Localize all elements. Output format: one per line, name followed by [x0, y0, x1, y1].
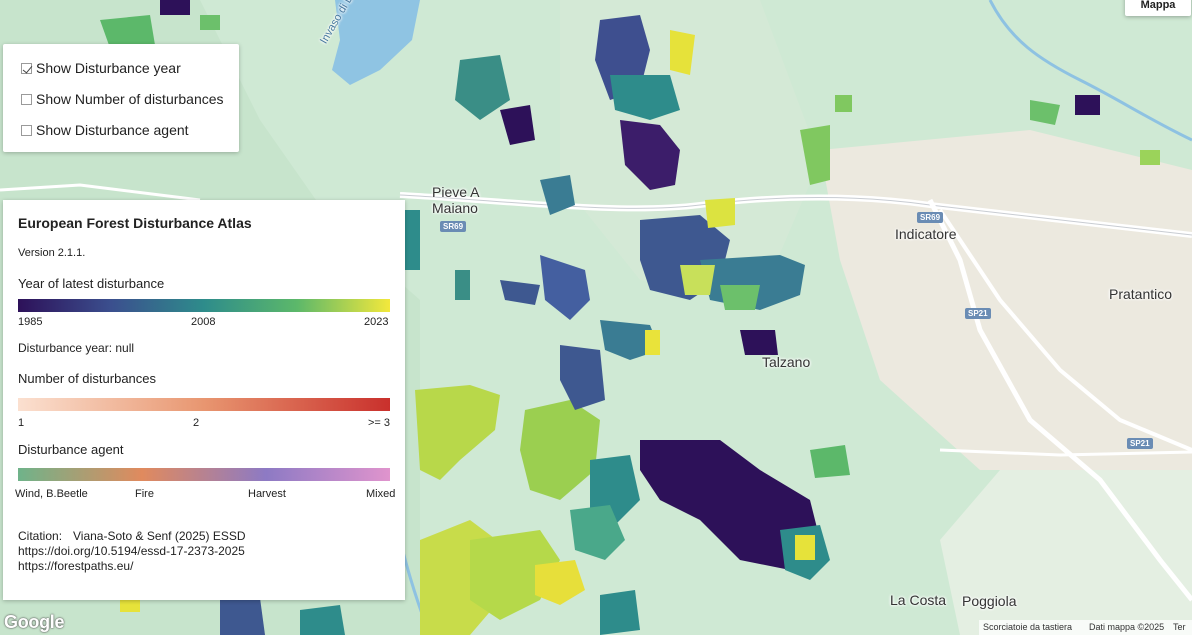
agent-color-ramp: [18, 468, 390, 481]
place-label: Pratantico: [1109, 286, 1173, 302]
year-tick: 2008: [191, 316, 216, 328]
map-data-attribution: Dati mappa ©2025: [1085, 620, 1169, 635]
checkbox-checked-icon[interactable]: [21, 62, 32, 74]
year-tick: 2023: [364, 316, 389, 328]
agent-heading: Disturbance agent: [18, 442, 124, 457]
year-color-ramp: [18, 299, 390, 312]
layer-toggle-disturbance-agent[interactable]: Show Disturbance agent: [21, 122, 189, 138]
agent-tick: Wind, B.Beetle: [15, 488, 88, 500]
agent-tick: Fire: [135, 488, 154, 500]
year-readout: Disturbance year: null: [18, 341, 135, 355]
layer-toggle-disturbance-year[interactable]: Show Disturbance year: [21, 60, 181, 76]
place-label: Pieve A: [432, 184, 480, 200]
count-heading: Number of disturbances: [18, 371, 157, 386]
map-type-button[interactable]: Mappa: [1125, 0, 1191, 16]
year-tick: 1985: [18, 316, 43, 328]
road-shield: SR69: [917, 212, 944, 223]
citation-site-link[interactable]: https://forestpaths.eu/: [18, 559, 133, 573]
legend-panel: European Forest Disturbance Atlas Versio…: [3, 200, 405, 600]
road-shield: SR69: [440, 221, 467, 232]
count-tick: >= 3: [368, 417, 391, 429]
place-label: Talzano: [762, 354, 811, 370]
agent-tick: Harvest: [248, 488, 286, 500]
year-heading: Year of latest disturbance: [18, 276, 165, 291]
place-label: Maiano: [432, 200, 478, 216]
layer-control: Show Disturbance year Show Number of dis…: [3, 44, 239, 152]
place-label: Poggiola: [962, 593, 1017, 609]
count-tick: 1: [18, 417, 25, 429]
checkbox-icon[interactable]: [21, 124, 32, 136]
citation-doi-link[interactable]: https://doi.org/10.5194/essd-17-2373-202…: [18, 544, 245, 558]
citation-text: Viana-Soto & Senf (2025) ESSD: [73, 529, 246, 543]
layer-toggle-number-of-disturbances[interactable]: Show Number of disturbances: [21, 91, 224, 107]
legend-version: Version 2.1.1.: [18, 247, 86, 259]
road-shield: SP21: [965, 308, 991, 319]
layer-label: Show Disturbance year: [36, 60, 181, 76]
count-tick: 2: [193, 417, 200, 429]
road-shield: SP21: [1127, 438, 1153, 449]
layer-label: Show Number of disturbances: [36, 91, 224, 107]
google-logo[interactable]: Google: [4, 612, 65, 633]
agent-tick: Mixed: [366, 488, 396, 500]
citation-label: Citation:: [18, 529, 63, 543]
keyboard-shortcuts-link[interactable]: Scorciatoie da tastiera: [979, 620, 1085, 635]
place-label: Indicatore: [895, 226, 957, 242]
terms-link[interactable]: Ter: [1169, 620, 1192, 635]
count-color-ramp: [18, 398, 390, 411]
legend-title: European Forest Disturbance Atlas: [18, 215, 252, 231]
place-label: La Costa: [890, 592, 947, 608]
layer-label: Show Disturbance agent: [36, 122, 189, 138]
checkbox-icon[interactable]: [21, 93, 32, 105]
